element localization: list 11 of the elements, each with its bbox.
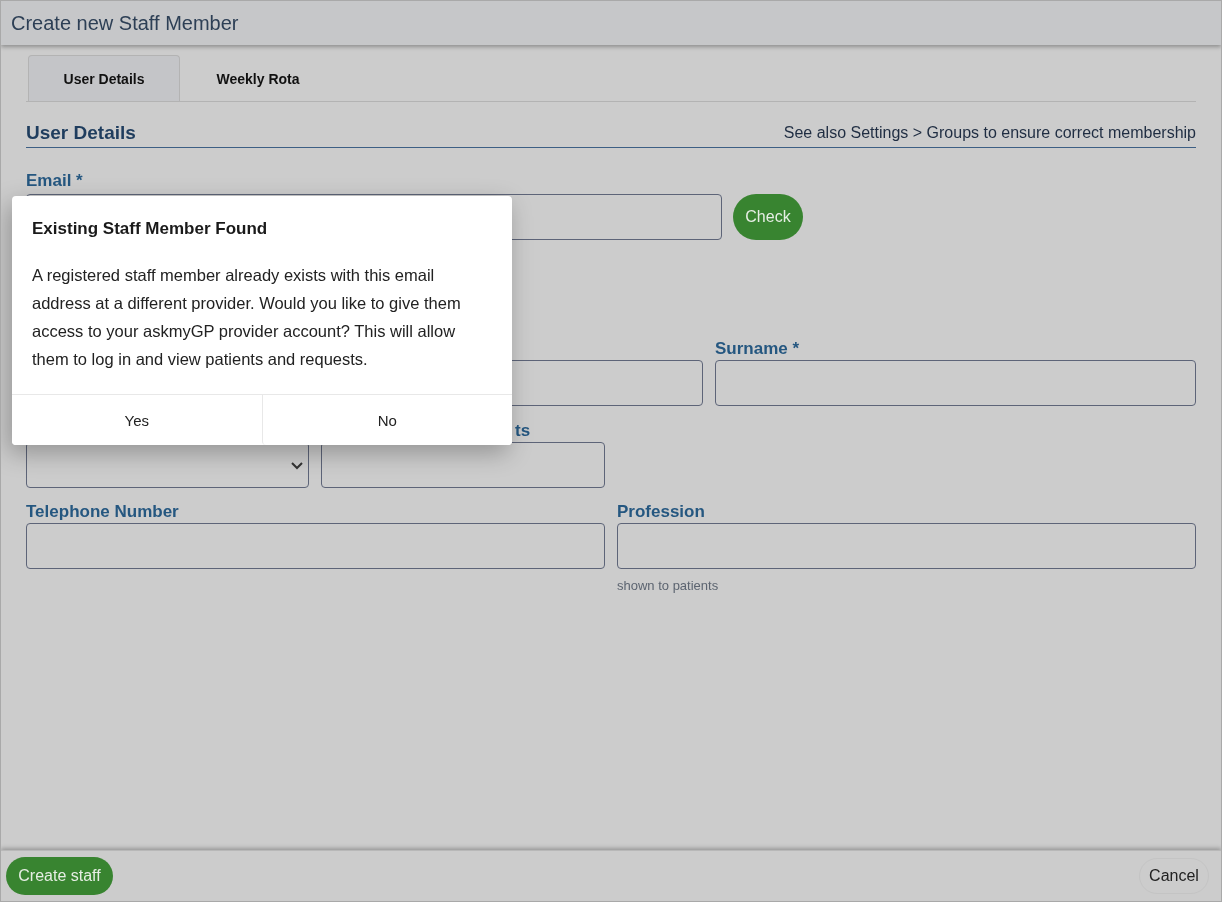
field-label: Profession: [617, 501, 705, 522]
field-hint: shown to patients: [617, 578, 720, 593]
dialog-message: A registered staff member already exists with this email address at a different provider. Would you like to give them access to your askmyGP provider account? This will allow them to log in and view patients and requests.: [32, 265, 462, 370]
field-label: Surname *: [715, 338, 800, 359]
section-note: See also Settings > Groups to ensure correct membership: [783, 124, 1196, 142]
window-title: Create new Staff Member: [11, 11, 239, 35]
field-label: Email *: [26, 171, 83, 191]
section-heading: User Details: [26, 122, 136, 144]
field-label: ts: [515, 420, 531, 441]
dialog-title: Existing Staff Member Found: [32, 219, 268, 239]
field-label: Telephone Number: [26, 501, 179, 522]
